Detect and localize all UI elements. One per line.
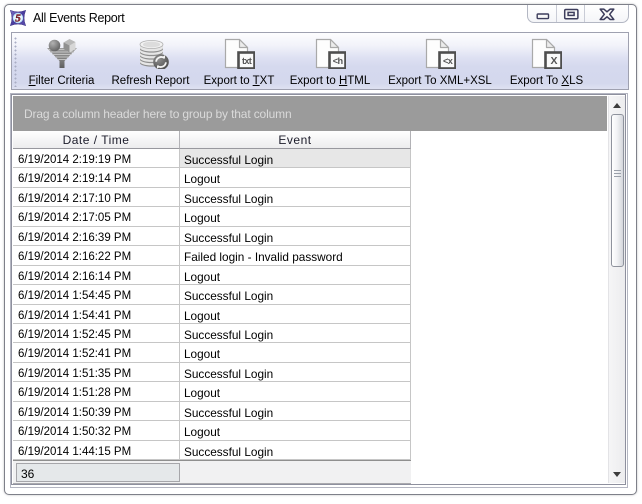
svg-text:<x: <x [443, 56, 454, 66]
svg-text:X: X [550, 55, 557, 67]
svg-text:5: 5 [15, 13, 21, 25]
svg-text:txt: txt [242, 56, 252, 66]
svg-text:<h: <h [332, 56, 343, 66]
